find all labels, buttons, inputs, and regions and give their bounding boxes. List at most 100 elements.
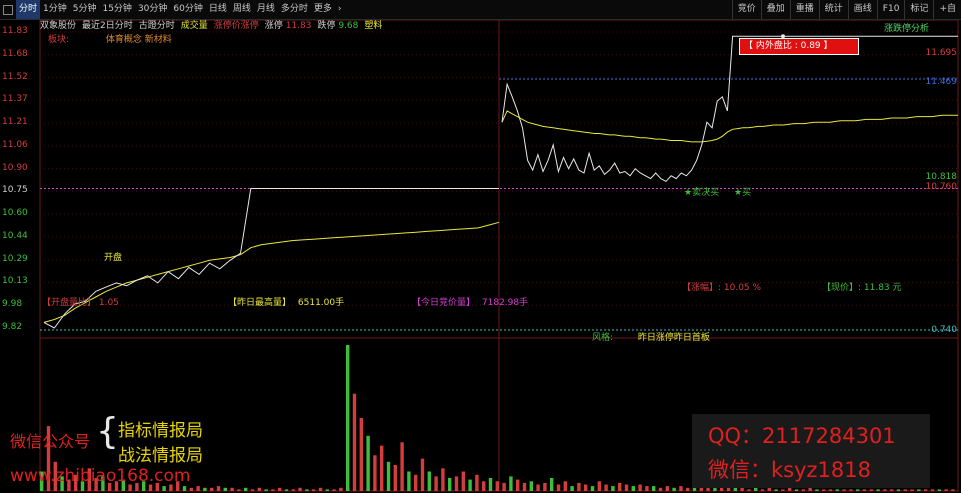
price-tick: 10.44 (2, 230, 28, 241)
price-tick: 10.29 (2, 253, 28, 264)
limit-down-label: 跌停 9.68 (317, 21, 359, 31)
volume-bar (298, 487, 302, 491)
volume-bar (468, 479, 472, 491)
volume-bar (774, 489, 778, 491)
volume-bar (461, 471, 465, 491)
volume-bar (386, 461, 391, 491)
volume-bar (937, 489, 941, 491)
volume-bar (271, 489, 275, 491)
volume-bar (754, 487, 758, 491)
right-label-top: 11.695 (925, 48, 958, 58)
avg-line-2 (501, 110, 958, 143)
volume-bar (590, 486, 595, 491)
inout-ratio-badge: 【 内外盘比 : 0.89 】 (739, 38, 859, 55)
volume-bar (400, 442, 404, 491)
volume-bar (237, 489, 241, 491)
price-tick: 11.83 (2, 26, 28, 36)
watermark-qq: QQ：2117284301 (708, 424, 896, 448)
volume-bar (896, 489, 901, 491)
tab-2[interactable]: 5分钟 (70, 0, 100, 19)
tool-3[interactable]: 统计 (818, 0, 848, 19)
volume-bar (210, 487, 214, 491)
volume-bar (250, 489, 255, 491)
tab-10[interactable]: 更多 (311, 0, 335, 19)
watermark-wechat: 微信：ksyz1818 (708, 458, 871, 482)
volume-bar (325, 489, 329, 491)
volume-bar (536, 484, 540, 491)
plate-concepts: 体育概念 新材料 (105, 35, 172, 45)
volume-bar (414, 474, 418, 491)
tab-0[interactable]: 分时 (16, 0, 41, 19)
tool-7[interactable]: +自 (933, 0, 961, 19)
watermark-left-prefix: 微信公众号 (10, 432, 91, 451)
volume-bar (244, 487, 248, 491)
tool-5[interactable]: F10 (876, 0, 905, 19)
volume-bar (264, 489, 268, 491)
chart-mode[interactable]: 最近2日分时 (82, 20, 133, 32)
tool-0[interactable]: 竞价 (731, 0, 761, 19)
plate-label: 板块: (48, 35, 70, 45)
tab-1[interactable]: 1分钟 (40, 0, 70, 19)
zdt-analysis-button[interactable]: 涨跌停分析 (884, 21, 929, 34)
indicator-label: 涨停价涨停 (213, 21, 259, 31)
right-label-magenta: 10.760 (925, 182, 958, 192)
volume-bar (652, 486, 656, 491)
volume-bar (788, 487, 792, 491)
volume-bar (203, 487, 207, 491)
window-icon[interactable] (3, 4, 13, 15)
volume-bar (944, 489, 948, 491)
volume-bar (393, 465, 397, 491)
volume-bar (509, 476, 513, 491)
tool-4[interactable]: 画线 (847, 0, 877, 19)
watermark-left-line1: 指标情报局 (118, 421, 203, 441)
volume-bar (488, 478, 493, 491)
volume-bar (516, 479, 520, 491)
volume-bar (876, 489, 880, 491)
volume-bar (903, 489, 907, 491)
volume-bar (631, 486, 635, 491)
volume-bar (611, 486, 615, 491)
volume-bar (359, 418, 363, 491)
volume-bar (883, 489, 887, 491)
volume-bar (420, 458, 425, 491)
price-tick: 10.90 (2, 162, 28, 173)
volume-bar (577, 482, 581, 491)
price-tick: 10.75 (2, 185, 28, 196)
volume-bar (570, 486, 574, 491)
tool-6[interactable]: 标记 (904, 0, 933, 19)
tab-6[interactable]: 日线 (206, 0, 230, 19)
volume-bar (706, 487, 710, 491)
tool-1[interactable]: 叠加 (760, 0, 790, 19)
volume-bar (815, 489, 819, 491)
volume-bar (597, 481, 601, 491)
yday-max-label: 【昨日最高量】 6511.00手 (228, 298, 345, 308)
more-chevron-icon[interactable]: › (335, 0, 345, 19)
price-tick: 10.13 (2, 276, 28, 287)
right-label-blue: 11.469 (925, 77, 958, 87)
volume-bar (808, 487, 812, 491)
tab-7[interactable]: 周线 (230, 0, 254, 19)
volume-bar (849, 489, 853, 491)
tab-3[interactable]: 15分钟 (99, 0, 134, 19)
price-line-2 (501, 35, 958, 183)
volume-bar (584, 484, 588, 491)
buy-mark-2: ★买 (734, 188, 752, 198)
volume-bar (733, 487, 737, 491)
volume-bar (638, 484, 642, 491)
chart-period[interactable]: 古蹬分时 (139, 20, 175, 32)
watermark-brace: { (96, 411, 119, 452)
tab-8[interactable]: 月线 (254, 0, 278, 19)
volume-bar (284, 489, 289, 491)
volume-bar (930, 489, 935, 491)
tab-4[interactable]: 30分钟 (135, 0, 170, 19)
volume-bar (794, 489, 799, 491)
tool-2[interactable]: 重播 (789, 0, 819, 19)
volume-bar (645, 486, 649, 491)
volume-bar (441, 468, 445, 491)
volume-bar (339, 487, 343, 491)
volume-bar (604, 484, 608, 491)
watermark-left-line2: 战法情报局 (118, 446, 203, 466)
tab-5[interactable]: 60分钟 (170, 0, 205, 19)
volume-bar (189, 487, 193, 491)
tab-9[interactable]: 多分时 (278, 0, 311, 19)
